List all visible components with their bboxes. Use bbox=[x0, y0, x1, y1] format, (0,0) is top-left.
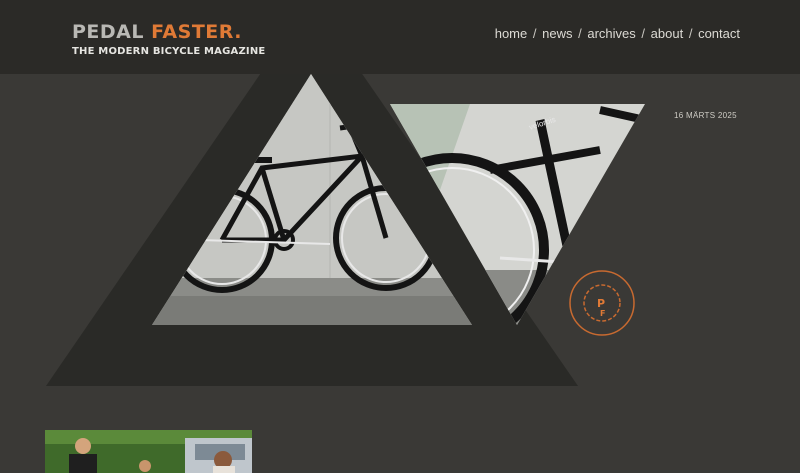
nav-news-link[interactable]: news bbox=[542, 26, 572, 41]
logo-word-pedal: PEDAL bbox=[72, 21, 144, 43]
pf-badge-icon: P F bbox=[569, 270, 635, 336]
nav-separator: / bbox=[688, 26, 693, 41]
post-date: 16 MÄRTS 2025 bbox=[674, 111, 737, 120]
site-logo[interactable]: PEDAL FASTER. THE MODERN BICYCLE MAGAZIN… bbox=[72, 22, 265, 57]
nav-contact-link[interactable]: contact bbox=[698, 26, 740, 41]
logo-word-faster: FASTER. bbox=[151, 21, 242, 43]
nav-separator: / bbox=[532, 26, 537, 41]
nav-about-link[interactable]: about bbox=[651, 26, 684, 41]
logo-title: PEDAL FASTER. bbox=[72, 22, 265, 42]
logo-tagline: THE MODERN BICYCLE MAGAZINE bbox=[72, 46, 266, 57]
badge-letter-f: F bbox=[600, 309, 605, 318]
nav-separator: / bbox=[641, 26, 646, 41]
nav-archives-link[interactable]: archives bbox=[587, 26, 635, 41]
nav-home-link[interactable]: home bbox=[495, 26, 528, 41]
main-nav: home / news / archives / about / contact bbox=[495, 26, 740, 41]
site-header: PEDAL FASTER. THE MODERN BICYCLE MAGAZIN… bbox=[0, 0, 800, 74]
nav-separator: / bbox=[578, 26, 582, 41]
thumbnail-photo bbox=[45, 430, 252, 473]
article-thumbnail[interactable] bbox=[45, 430, 252, 473]
